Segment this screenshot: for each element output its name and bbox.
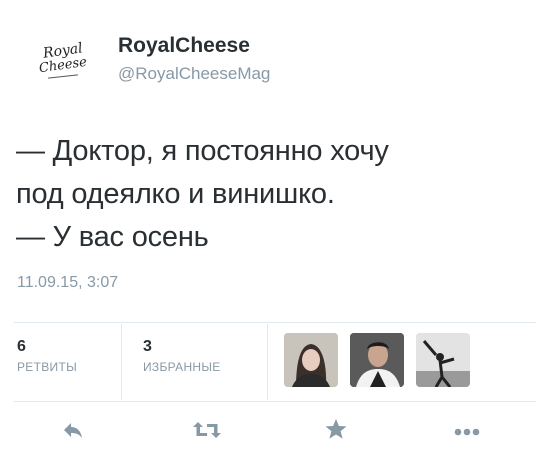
tweet-card: Royal Cheese RoyalCheese @RoyalCheeseMag…: [0, 0, 550, 461]
divider: [14, 322, 536, 323]
timestamp[interactable]: 11.09.15, 3:07: [17, 274, 118, 292]
divider: [14, 401, 536, 402]
stat-separator: [121, 324, 122, 400]
favorite-button[interactable]: [318, 417, 354, 447]
favorites-count: 3: [143, 338, 152, 355]
favoriter-avatar[interactable]: [284, 333, 338, 387]
avatar[interactable]: Royal Cheese: [26, 30, 100, 90]
favorites-stat[interactable]: 3 ИЗБРАННЫЕ: [143, 338, 221, 374]
stat-separator: [267, 324, 268, 400]
tweet-text: — Доктор, я постоянно хочу под одеялко и…: [16, 130, 536, 259]
reply-button[interactable]: [55, 417, 91, 447]
retweets-count: 6: [17, 338, 26, 355]
retweets-label: РЕТВИТЫ: [17, 360, 78, 374]
tweet-actions: [0, 413, 550, 453]
more-icon: [454, 423, 480, 441]
favoriters-avatars: [284, 333, 470, 387]
display-name[interactable]: RoyalCheese: [118, 34, 250, 58]
tweet-text-line: — У вас осень: [16, 221, 209, 253]
user-handle[interactable]: @RoyalCheeseMag: [118, 64, 270, 84]
favorite-icon: [325, 419, 347, 445]
favorites-label: ИЗБРАННЫЕ: [143, 360, 221, 374]
more-button[interactable]: [449, 417, 485, 447]
favoriter-avatar[interactable]: [350, 333, 404, 387]
retweet-button[interactable]: [189, 417, 225, 447]
tweet-text-line: — Доктор, я постоянно хочу: [16, 135, 389, 167]
tweet-text-line: под одеялко и винишко.: [16, 178, 335, 210]
favoriter-avatar[interactable]: [416, 333, 470, 387]
reply-icon: [62, 421, 84, 444]
retweets-stat[interactable]: 6 РЕТВИТЫ: [17, 338, 77, 374]
retweet-icon: [193, 421, 221, 444]
